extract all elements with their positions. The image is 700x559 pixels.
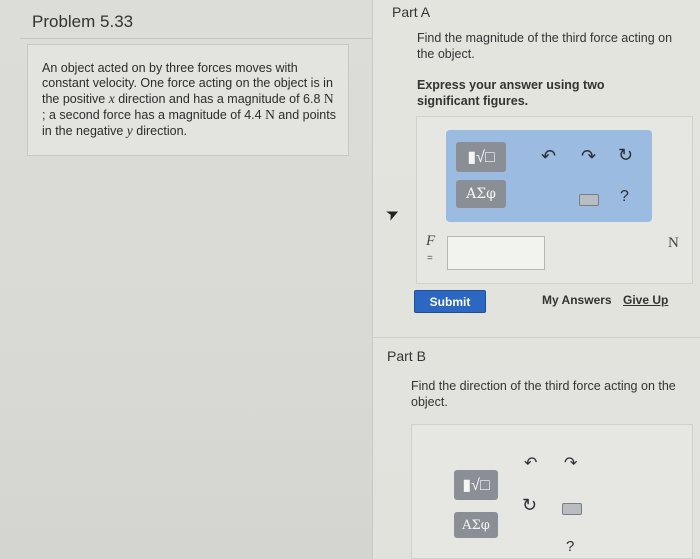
- keyboard-icon[interactable]: [579, 194, 599, 206]
- submit-button[interactable]: Submit: [414, 290, 486, 313]
- problem-statement: An object acted on by three forces moves…: [27, 44, 349, 156]
- part-b-reset-icon[interactable]: ↻: [522, 495, 537, 516]
- part-b-templates-button[interactable]: ▮√□: [454, 470, 498, 500]
- force-1-value: 6.8: [303, 92, 324, 106]
- answer-unit-label: N: [668, 235, 679, 251]
- problem-text-3: ; a second force has a magnitude of: [42, 108, 245, 122]
- force-1-unit: N: [323, 91, 334, 106]
- part-a-question: Find the magnitude of the third force ac…: [417, 31, 673, 61]
- give-up-link[interactable]: Give Up: [623, 293, 668, 307]
- title-divider: [20, 38, 372, 39]
- symbols-button[interactable]: ΑΣφ: [456, 180, 506, 208]
- part-a-heading: Part A: [392, 4, 431, 20]
- part-b-help-icon[interactable]: ?: [566, 538, 574, 555]
- part-b-undo-icon[interactable]: ↶: [524, 453, 537, 473]
- part-a-instructions: Express your answer using two significan…: [417, 78, 605, 108]
- force-2-unit: N: [265, 107, 275, 122]
- answer-input[interactable]: [447, 236, 545, 270]
- part-b-symbols-button[interactable]: ΑΣφ: [454, 512, 498, 538]
- force-2-value: 4.4: [244, 108, 266, 122]
- part-b-question: Find the direction of the third force ac…: [411, 379, 676, 409]
- problem-text-5: direction.: [132, 124, 187, 138]
- problem-title: Problem 5.33: [32, 12, 134, 31]
- problem-text-2: direction and has a magnitude of: [114, 92, 304, 106]
- answer-variable-label: F: [426, 233, 436, 249]
- part-b-heading: Part B: [387, 348, 426, 364]
- help-icon[interactable]: ?: [620, 188, 629, 206]
- part-divider: [373, 337, 700, 338]
- equals-sign: =: [427, 253, 433, 264]
- part-b-keyboard-icon[interactable]: [562, 503, 582, 515]
- my-answers-link[interactable]: My Answers: [542, 293, 612, 307]
- reset-icon[interactable]: ↻: [618, 145, 633, 166]
- part-a-math-toolbar: ▮√□ ΑΣφ ↶ ↷ ↻ ?: [446, 130, 652, 222]
- part-b-redo-icon[interactable]: ↷: [564, 453, 577, 473]
- undo-icon[interactable]: ↶: [541, 146, 556, 167]
- templates-button[interactable]: ▮√□: [456, 142, 506, 172]
- redo-icon[interactable]: ↷: [581, 146, 596, 167]
